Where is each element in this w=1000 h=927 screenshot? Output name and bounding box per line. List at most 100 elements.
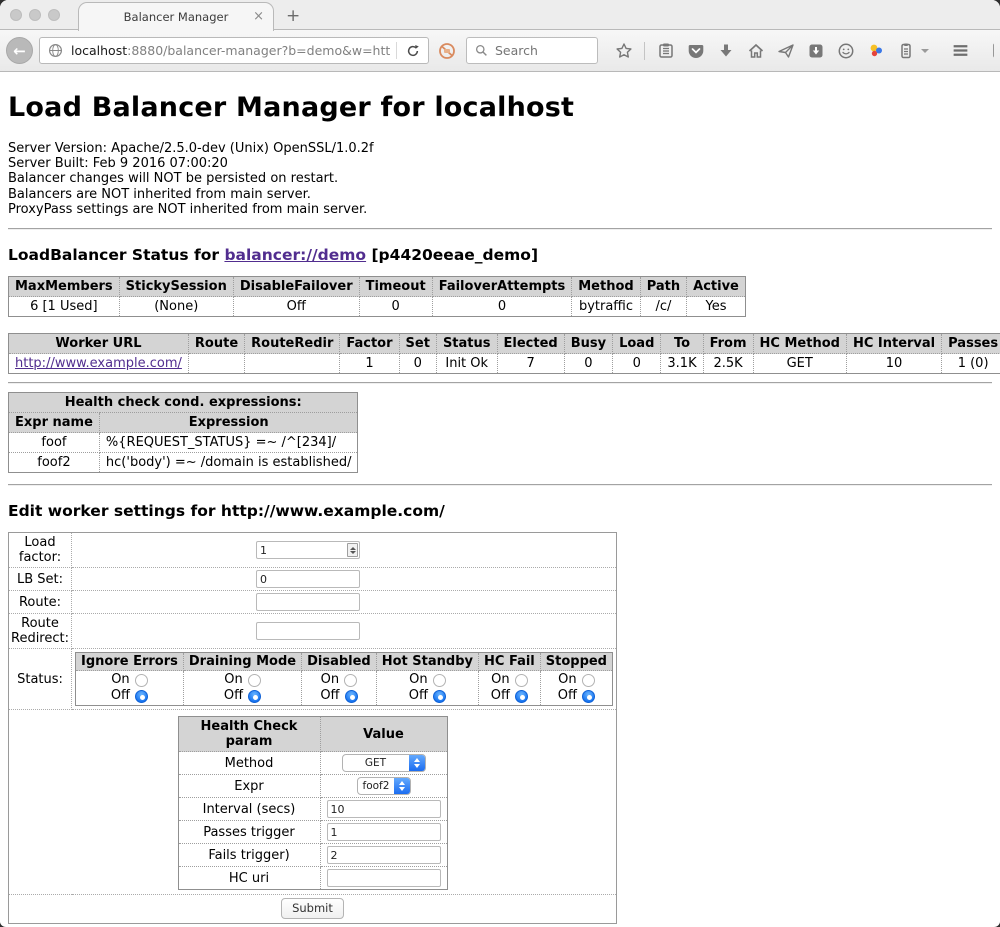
submit-button[interactable]: Submit bbox=[281, 898, 344, 919]
balancer-demo-link[interactable]: balancer://demo bbox=[224, 246, 366, 264]
disabled-off-radio[interactable] bbox=[345, 690, 358, 703]
col-hc-param: Health Check param bbox=[178, 717, 320, 752]
draining-mode-cell: On Off bbox=[183, 671, 301, 706]
cell-expression: hc('body') =~ /domain is established/ bbox=[99, 453, 358, 473]
tab-groups-icon[interactable] bbox=[992, 41, 994, 60]
stopped-off-radio[interactable] bbox=[582, 690, 595, 703]
load-factor-input[interactable] bbox=[256, 541, 360, 559]
select-arrows-icon bbox=[409, 755, 425, 771]
draining-mode-on-radio[interactable] bbox=[248, 674, 261, 687]
back-button[interactable]: ← bbox=[6, 37, 33, 64]
menu-hamburger-icon[interactable] bbox=[951, 41, 970, 60]
worker-url-link[interactable]: http://www.example.com/ bbox=[15, 356, 182, 371]
hc-param-row: Health Check param Value Method GET Expr bbox=[9, 710, 617, 895]
bookmark-star-icon[interactable] bbox=[614, 41, 633, 60]
toolbar-icons bbox=[614, 41, 994, 60]
route-redirect-cell bbox=[72, 614, 617, 649]
extension-dropdown-caret[interactable] bbox=[921, 49, 929, 53]
page-title: Load Balancer Manager for localhost bbox=[8, 92, 992, 123]
cell-disablefailover: Off bbox=[233, 297, 359, 317]
tab-balancer-manager[interactable]: Balancer Manager × bbox=[78, 2, 274, 31]
method-select[interactable]: GET bbox=[342, 754, 426, 772]
hc-uri-input[interactable] bbox=[327, 869, 441, 887]
passes-row: Passes trigger bbox=[178, 821, 447, 844]
send-tab-icon[interactable] bbox=[776, 41, 795, 60]
fails-input[interactable] bbox=[327, 846, 441, 864]
on-label: On bbox=[224, 672, 242, 688]
expr-cell: foof2 bbox=[320, 775, 447, 798]
pocket-icon[interactable] bbox=[686, 41, 705, 60]
hot-standby-on-radio[interactable] bbox=[433, 674, 446, 687]
adblock-disabled-icon[interactable] bbox=[437, 41, 456, 60]
draining-mode-off-radio[interactable] bbox=[248, 690, 261, 703]
disabled-on-radio[interactable] bbox=[344, 674, 357, 687]
page-content: Load Balancer Manager for localhost Serv… bbox=[0, 72, 1000, 926]
col-factor: Factor bbox=[340, 334, 399, 354]
method-label: Method bbox=[178, 752, 320, 775]
on-label: On bbox=[111, 672, 129, 688]
new-tab-button[interactable]: + bbox=[286, 6, 300, 26]
reload-icon[interactable] bbox=[403, 41, 422, 60]
save-page-icon[interactable] bbox=[806, 41, 825, 60]
col-passes: Passes bbox=[942, 334, 1000, 354]
route-redirect-input[interactable] bbox=[256, 622, 360, 640]
status-cell: Ignore Errors Draining Mode Disabled Hot… bbox=[72, 649, 617, 710]
table-header-row: Worker URL Route RouteRedir Factor Set S… bbox=[9, 334, 1000, 354]
url-text[interactable]: localhost:8880/balancer-manager?b=demo&w… bbox=[71, 43, 390, 58]
lb-set-cell bbox=[72, 568, 617, 591]
search-input[interactable] bbox=[495, 43, 590, 58]
ignore-errors-off-radio[interactable] bbox=[135, 690, 148, 703]
off-label: Off bbox=[558, 688, 577, 704]
cell-hc-method: GET bbox=[753, 354, 846, 374]
col-disabled: Disabled bbox=[302, 653, 377, 671]
downloads-icon[interactable] bbox=[716, 41, 735, 60]
col-hot-standby: Hot Standby bbox=[376, 653, 478, 671]
interval-cell bbox=[320, 798, 447, 821]
expr-row: Expr foof2 bbox=[178, 775, 447, 798]
extension-colordots-icon[interactable] bbox=[866, 41, 885, 60]
window-zoom-button[interactable] bbox=[48, 9, 60, 21]
hc-param-header-row: Health Check param Value bbox=[178, 717, 447, 752]
cell-to: 3.1K bbox=[661, 354, 703, 374]
navigation-toolbar: ← localhost:8880/balancer-manager?b=demo… bbox=[0, 30, 1000, 72]
col-routeredir: RouteRedir bbox=[245, 334, 340, 354]
route-redirect-label: Route Redirect: bbox=[9, 614, 72, 649]
passes-input[interactable] bbox=[327, 823, 441, 841]
home-icon[interactable] bbox=[746, 41, 765, 60]
interval-input[interactable] bbox=[327, 800, 441, 818]
hc-fail-off-radio[interactable] bbox=[515, 690, 528, 703]
status-heading-suffix: [p4420eeae_demo] bbox=[366, 246, 538, 264]
window-controls[interactable] bbox=[10, 9, 60, 21]
status-label: Status: bbox=[9, 649, 72, 710]
url-domain: localhost bbox=[71, 43, 127, 58]
clipboard-extension-icon[interactable] bbox=[896, 41, 915, 60]
edit-worker-form: Load factor: LB Set: Route: bbox=[8, 532, 617, 924]
cell-expression: %{REQUEST_STATUS} =~ /^[234]/ bbox=[99, 433, 358, 453]
expr-row-foof2: foof2 hc('body') =~ /domain is establish… bbox=[9, 453, 358, 473]
method-row: Method GET bbox=[178, 752, 447, 775]
passes-label: Passes trigger bbox=[178, 821, 320, 844]
window-minimize-button[interactable] bbox=[29, 9, 41, 21]
stopped-on-radio[interactable] bbox=[582, 674, 595, 687]
tab-close-icon[interactable]: × bbox=[253, 10, 264, 23]
bookmarks-sidebar-icon[interactable] bbox=[656, 41, 675, 60]
search-bar[interactable] bbox=[466, 37, 598, 64]
col-route: Route bbox=[188, 334, 244, 354]
lb-set-input[interactable] bbox=[256, 570, 360, 588]
expr-select[interactable]: foof2 bbox=[357, 777, 411, 795]
table-row: 6 [1 Used] (None) Off 0 0 bytraffic /c/ … bbox=[9, 297, 746, 317]
hot-standby-off-radio[interactable] bbox=[433, 690, 446, 703]
route-input[interactable] bbox=[256, 593, 360, 611]
stopped-cell: On Off bbox=[540, 671, 612, 706]
feedback-smiley-icon[interactable] bbox=[836, 41, 855, 60]
number-spinner-icon[interactable] bbox=[347, 543, 358, 557]
cell-hc-interval: 10 bbox=[846, 354, 941, 374]
cell-factor: 1 bbox=[340, 354, 399, 374]
window-close-button[interactable] bbox=[10, 9, 22, 21]
col-status: Status bbox=[436, 334, 497, 354]
col-expression: Expression bbox=[99, 413, 358, 433]
table-title-row: Health check cond. expressions: bbox=[9, 393, 358, 413]
ignore-errors-on-radio[interactable] bbox=[135, 674, 148, 687]
hc-fail-on-radio[interactable] bbox=[515, 674, 528, 687]
url-bar[interactable]: localhost:8880/balancer-manager?b=demo&w… bbox=[39, 37, 429, 64]
